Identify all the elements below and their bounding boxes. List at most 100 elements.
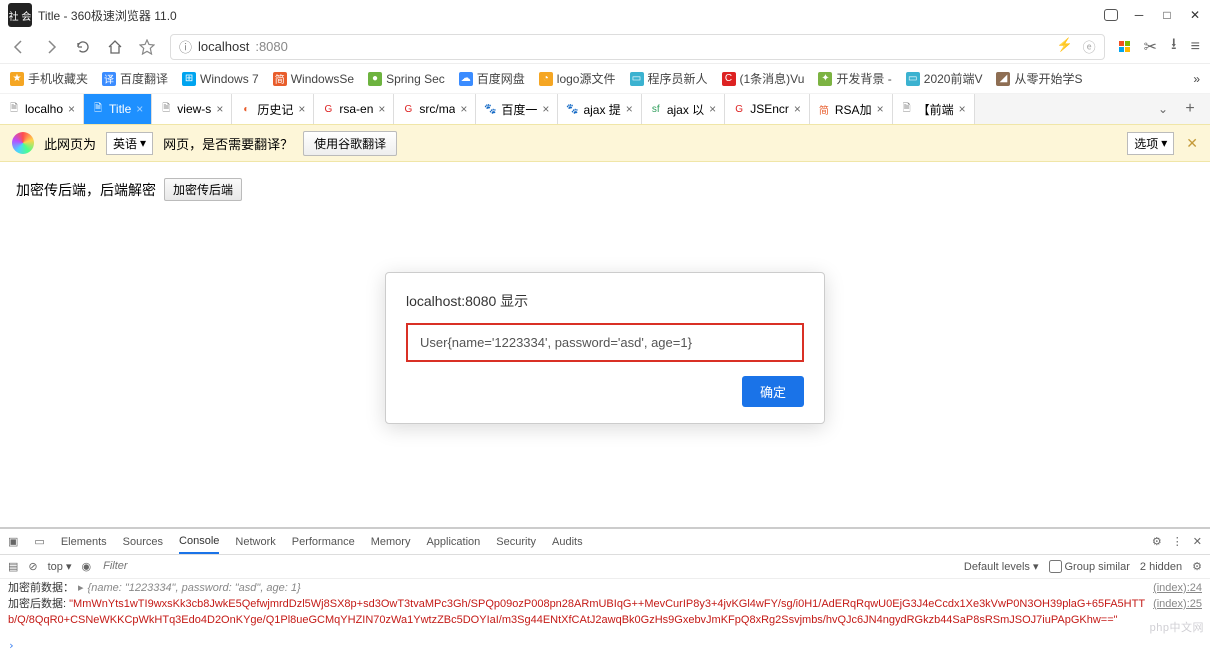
log-source-link[interactable]: (index):24: [1153, 581, 1202, 597]
tab-favicon: G: [733, 103, 745, 115]
tab-close-icon[interactable]: ×: [216, 102, 223, 116]
translate-suffix: 网页，是否需要翻译？: [163, 134, 293, 153]
console-prompt[interactable]: ›: [0, 639, 1210, 653]
live-expression-icon[interactable]: ◉: [82, 560, 92, 573]
console-filter-input[interactable]: [101, 558, 321, 575]
console-settings-icon[interactable]: ⚙: [1192, 560, 1202, 573]
tab-close-icon[interactable]: ×: [378, 102, 385, 116]
forward-icon[interactable]: [42, 38, 60, 56]
translate-options[interactable]: 选项 ▾: [1127, 132, 1174, 155]
tabs-overflow-icon[interactable]: ⌄: [1158, 102, 1168, 116]
scissors-icon[interactable]: ✂: [1144, 37, 1157, 57]
devtools-panel: ▣ ▭ Elements Sources Console Network Per…: [0, 527, 1210, 653]
bookmark-item[interactable]: ▭2020前端V: [906, 70, 983, 87]
browser-tab[interactable]: ◐历史记×: [232, 94, 314, 124]
address-bar[interactable]: ⓘ localhost:8080 ⚡ ⓔ: [170, 34, 1105, 60]
bookmark-item[interactable]: 译百度翻译: [102, 70, 168, 87]
translate-lang-select[interactable]: 英语 ▾: [106, 132, 153, 155]
lightning-icon[interactable]: ⚡: [1056, 37, 1072, 56]
tab-close-icon[interactable]: ×: [709, 102, 716, 116]
encrypt-send-button[interactable]: 加密传后端: [164, 178, 242, 201]
tab-close-icon[interactable]: ×: [794, 102, 801, 116]
group-similar-toggle[interactable]: Group similar: [1049, 560, 1130, 573]
devtools-tab-application[interactable]: Application: [426, 531, 480, 553]
profile-avatar[interactable]: 社 会: [8, 3, 32, 27]
close-icon[interactable]: ✕: [1188, 8, 1202, 22]
bookmark-item[interactable]: ✦开发背景 -: [818, 70, 891, 87]
menu-icon[interactable]: ≡: [1191, 38, 1200, 56]
bookmark-item[interactable]: ◢从零开始学S: [996, 70, 1082, 87]
browser-tab[interactable]: 🗎view-s×: [152, 94, 232, 124]
hidden-count[interactable]: 2 hidden: [1140, 561, 1182, 573]
tab-close-icon[interactable]: ×: [626, 102, 633, 116]
devtools-tab-console[interactable]: Console: [179, 530, 219, 554]
tab-label: src/ma: [419, 102, 455, 116]
bookmark-item[interactable]: ●Spring Sec: [368, 72, 445, 86]
back-icon[interactable]: [10, 38, 28, 56]
tab-close-icon[interactable]: ×: [298, 102, 305, 116]
site-info-icon[interactable]: ⓘ: [179, 37, 192, 56]
tab-close-icon[interactable]: ×: [877, 102, 884, 116]
new-tab-button[interactable]: +: [1178, 100, 1202, 118]
devtools-settings-icon[interactable]: ⚙: [1152, 535, 1162, 548]
browser-tab[interactable]: Grsa-en×: [314, 94, 394, 124]
browser-tab[interactable]: 🗎localho×: [0, 94, 84, 124]
browser-tab[interactable]: 简RSA加×: [810, 94, 893, 124]
home-icon[interactable]: [106, 38, 124, 56]
browser-tab[interactable]: GJSEncr×: [725, 94, 810, 124]
devtools-tab-sources[interactable]: Sources: [123, 531, 163, 553]
console-sidebar-icon[interactable]: ▤: [8, 560, 18, 573]
devtools-tab-performance[interactable]: Performance: [292, 531, 355, 553]
browser-tab[interactable]: 🗎【前端×: [893, 94, 975, 124]
devtools-tab-audits[interactable]: Audits: [552, 531, 583, 553]
devtools-tab-memory[interactable]: Memory: [371, 531, 411, 553]
browser-tab[interactable]: sfajax 以×: [642, 94, 725, 124]
star-icon[interactable]: [138, 38, 156, 56]
browser-tab[interactable]: 🐾ajax 提×: [558, 94, 641, 124]
bookmark-item[interactable]: ⊞Windows 7: [182, 72, 259, 86]
dialog-ok-button[interactable]: 确定: [742, 376, 804, 407]
bookmark-item[interactable]: ☁百度网盘: [459, 70, 525, 87]
tab-label: 【前端: [918, 101, 954, 118]
bookmark-item[interactable]: C(1条消息)Vu: [722, 70, 805, 87]
download-icon[interactable]: ⭳: [1171, 33, 1177, 60]
bookmark-item[interactable]: 简WindowsSe: [273, 72, 354, 86]
tab-favicon: G: [322, 103, 334, 115]
chevron-down-icon: ▾: [140, 136, 146, 150]
bookmarks-overflow-icon[interactable]: »: [1193, 72, 1200, 86]
devtools-close-icon[interactable]: ✕: [1193, 535, 1202, 548]
tab-close-icon[interactable]: ×: [136, 102, 143, 116]
sidebar-toggle-icon[interactable]: [1104, 8, 1118, 22]
tab-close-icon[interactable]: ×: [460, 102, 467, 116]
translate-close-icon[interactable]: ✕: [1186, 135, 1198, 152]
devtools-tab-network[interactable]: Network: [235, 531, 275, 553]
apps-grid-icon[interactable]: [1119, 41, 1130, 52]
compat-mode-icon[interactable]: ⓔ: [1083, 37, 1096, 56]
bookmark-item[interactable]: ★手机收藏夹: [10, 70, 88, 87]
tab-label: view-s: [177, 102, 211, 116]
device-toolbar-icon[interactable]: ▭: [34, 535, 44, 548]
minimize-icon[interactable]: ─: [1132, 8, 1146, 22]
browser-tab[interactable]: 🗎Title×: [84, 94, 152, 124]
tab-close-icon[interactable]: ×: [959, 102, 966, 116]
tab-close-icon[interactable]: ×: [542, 102, 549, 116]
inspect-icon[interactable]: ▣: [8, 535, 18, 548]
bookmark-item[interactable]: ▭程序员新人: [630, 70, 708, 87]
tab-close-icon[interactable]: ×: [68, 102, 75, 116]
browser-tab[interactable]: 🐾百度一×: [476, 94, 558, 124]
reload-icon[interactable]: [74, 38, 92, 56]
log-levels-select[interactable]: Default levels ▾: [964, 560, 1039, 573]
maximize-icon[interactable]: □: [1160, 8, 1174, 22]
browser-tab[interactable]: Gsrc/ma×: [394, 94, 476, 124]
tab-label: 百度一: [501, 101, 537, 118]
bookmark-item[interactable]: ◔logo源文件: [539, 70, 616, 87]
translate-button[interactable]: 使用谷歌翻译: [303, 131, 397, 156]
devtools-tab-security[interactable]: Security: [496, 531, 536, 553]
devtools-more-icon[interactable]: ⋮: [1172, 535, 1183, 548]
clear-console-icon[interactable]: ⊘: [28, 560, 37, 573]
log-value[interactable]: {name: "1223334", password: "asd", age: …: [88, 581, 301, 597]
context-select[interactable]: top ▾: [48, 560, 72, 573]
log-source-link[interactable]: (index):25: [1153, 597, 1202, 613]
tab-label: ajax 提: [583, 101, 620, 118]
devtools-tab-elements[interactable]: Elements: [61, 531, 107, 553]
